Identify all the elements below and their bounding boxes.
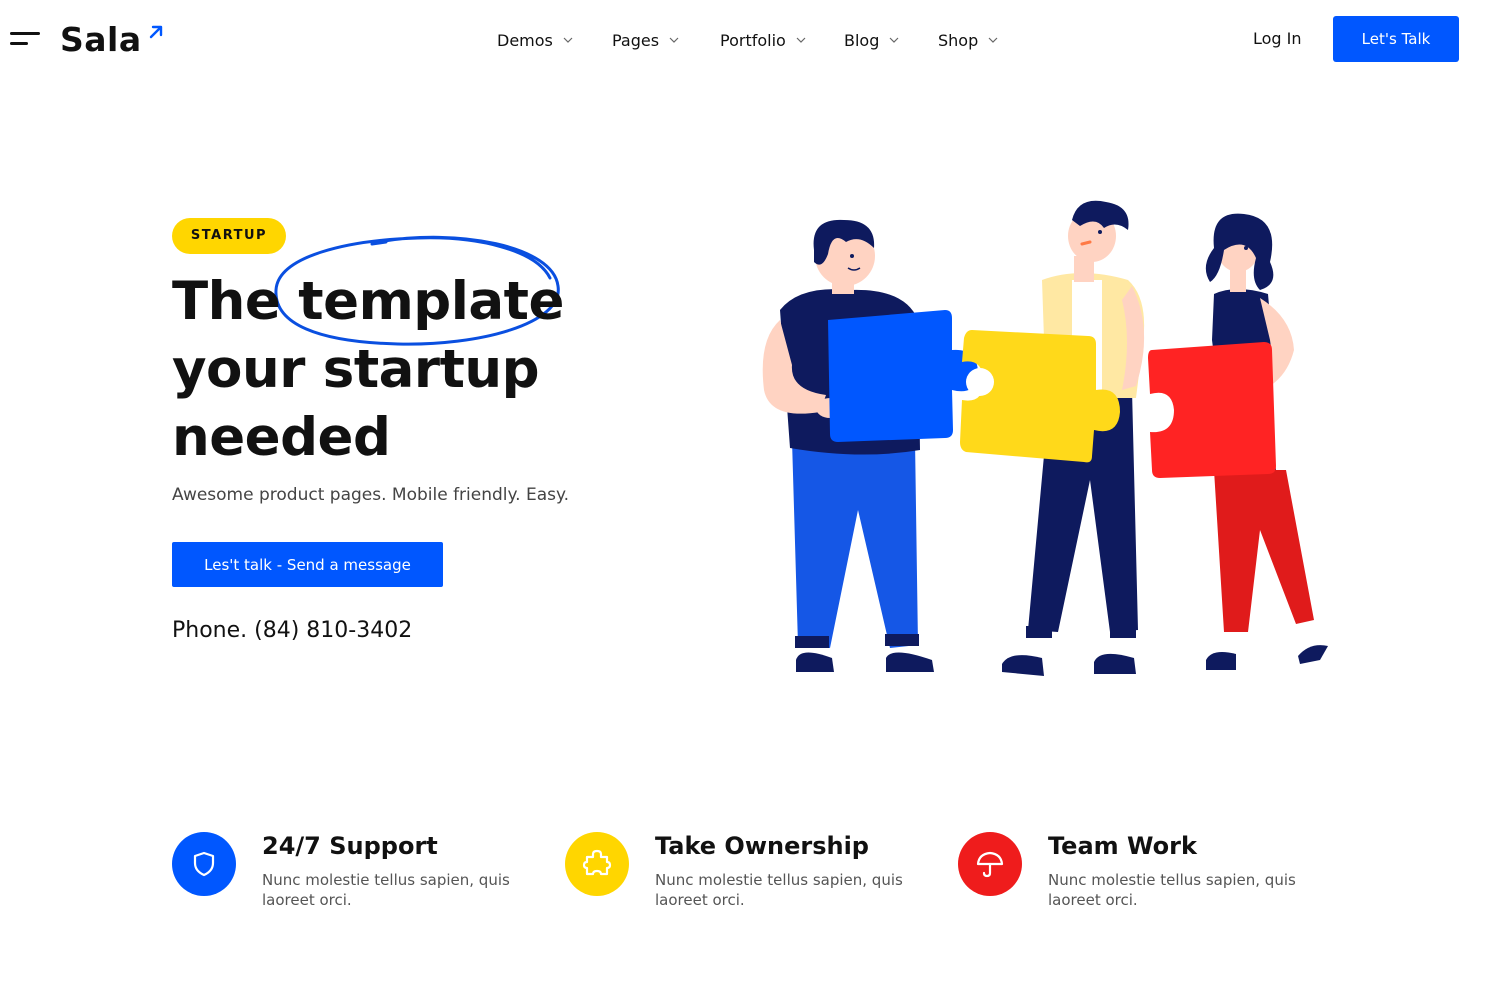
- hamburger-menu-icon[interactable]: [10, 30, 40, 48]
- person-middle: [960, 200, 1145, 676]
- site-header: Sala Demos Pages Portfolio Blog Shop Log…: [0, 0, 1500, 80]
- headline-line-3: needed: [172, 407, 391, 468]
- feature-description: Nunc molestie tellus sapien, quis laoree…: [1048, 871, 1296, 909]
- logo-text: Sala: [60, 20, 142, 59]
- headline-word-the: The: [172, 271, 281, 332]
- puzzle-team-illustration: [762, 200, 1328, 676]
- feature-title: Take Ownership: [655, 832, 869, 860]
- startup-badge: STARTUP: [172, 218, 286, 254]
- feature-description: Nunc molestie tellus sapien, quis laoree…: [262, 871, 510, 909]
- nav-item-label: Portfolio: [720, 30, 786, 50]
- feature-ownership: Take Ownership Nunc molestie tellus sapi…: [565, 830, 945, 920]
- hero-headline: The template your startup needed: [172, 268, 564, 472]
- main-nav: Demos Pages Portfolio Blog Shop: [497, 28, 1018, 52]
- nav-item-label: Pages: [612, 30, 660, 50]
- headline-word-template: template: [298, 271, 564, 332]
- chevron-down-icon: [669, 37, 679, 43]
- nav-item-portfolio[interactable]: Portfolio: [720, 31, 844, 50]
- headline-line-1: The template: [172, 268, 564, 336]
- chevron-down-icon: [889, 37, 899, 43]
- feature-teamwork: Team Work Nunc molestie tellus sapien, q…: [958, 830, 1338, 920]
- puzzle-icon: [582, 849, 612, 876]
- nav-item-blog[interactable]: Blog: [844, 31, 938, 50]
- hero-subtext: Awesome product pages. Mobile friendly. …: [172, 485, 570, 505]
- chevron-down-icon: [796, 37, 806, 43]
- lets-talk-button[interactable]: Let's Talk: [1333, 16, 1459, 62]
- person-right: [1142, 213, 1328, 670]
- arrow-up-right-icon: [149, 25, 162, 39]
- feature-icon-circle: [958, 832, 1022, 896]
- chevron-down-icon: [563, 37, 573, 43]
- umbrella-icon: [976, 851, 1004, 878]
- nav-item-shop[interactable]: Shop: [938, 31, 1018, 50]
- shield-icon: [193, 851, 215, 877]
- feature-icon-circle: [565, 832, 629, 896]
- login-link[interactable]: Log In: [1253, 28, 1302, 50]
- logo[interactable]: Sala: [60, 18, 164, 62]
- feature-description: Nunc molestie tellus sapien, quis laoree…: [655, 871, 903, 909]
- feature-title: 24/7 Support: [262, 832, 438, 860]
- nav-item-label: Demos: [497, 30, 553, 50]
- headline-line-2: your startup: [172, 339, 540, 400]
- nav-item-pages[interactable]: Pages: [612, 31, 720, 50]
- nav-item-label: Shop: [938, 30, 979, 50]
- nav-item-demos[interactable]: Demos: [497, 31, 612, 50]
- feature-title: Team Work: [1048, 832, 1197, 860]
- send-message-button[interactable]: Les't talk - Send a message: [172, 542, 443, 587]
- feature-icon-circle: [172, 832, 236, 896]
- nav-item-label: Blog: [844, 30, 880, 50]
- chevron-down-icon: [988, 37, 998, 43]
- person-left: [762, 219, 978, 672]
- feature-support: 24/7 Support Nunc molestie tellus sapien…: [172, 830, 552, 920]
- phone-number: Phone. (84) 810-3402: [172, 618, 413, 643]
